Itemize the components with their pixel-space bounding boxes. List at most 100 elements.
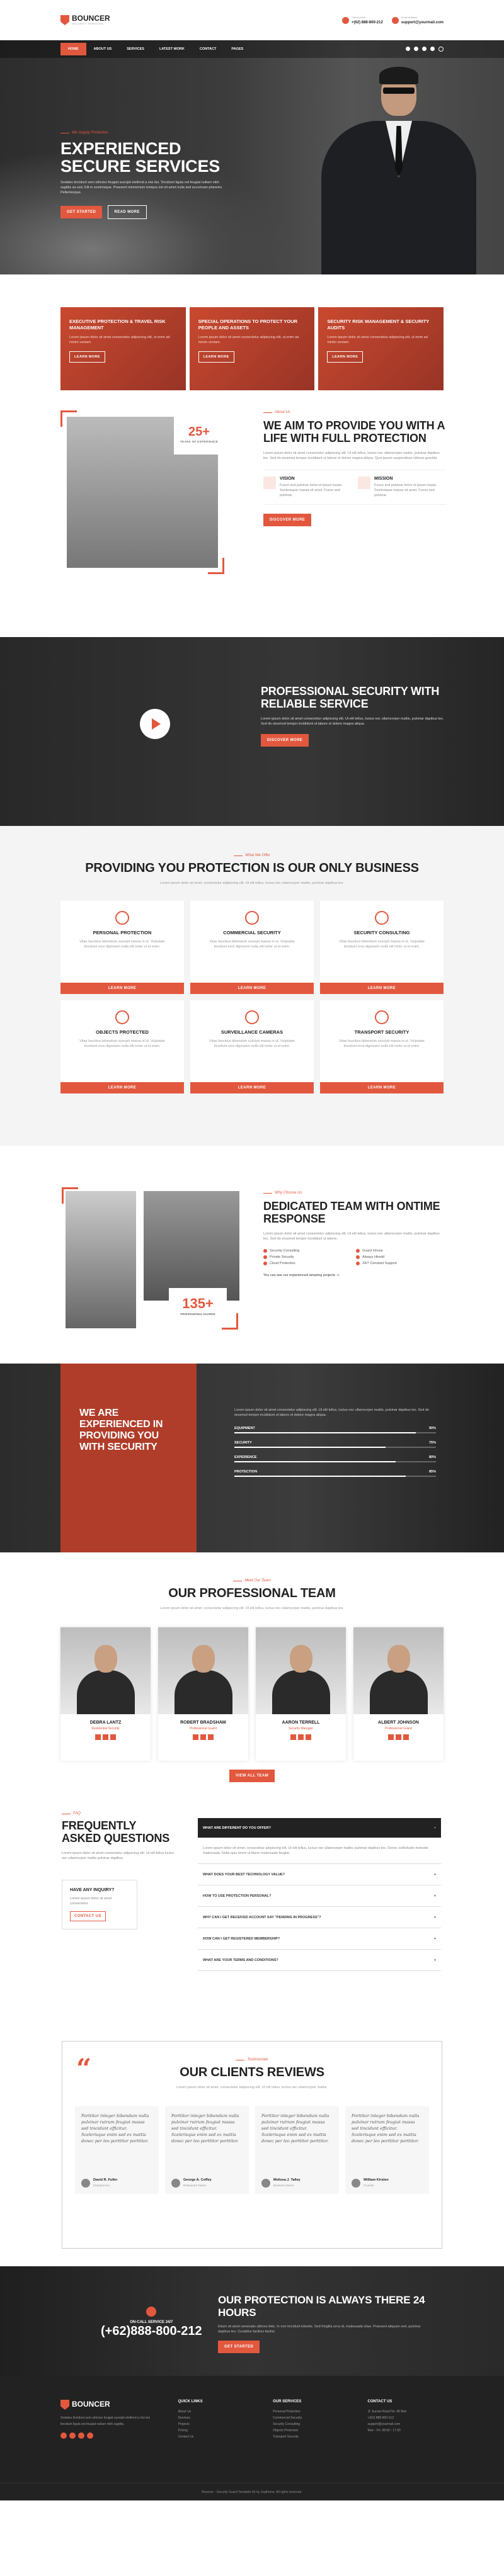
cta-phone[interactable]: (+62)888-800-212 <box>101 2324 202 2338</box>
header-phone[interactable]: Call Us Now +(62) 888-800-212 <box>341 16 383 25</box>
faq-item[interactable]: WHAT ARE DIFFERENT DO YOU OFFER? − <box>198 1818 441 1838</box>
footer-link[interactable]: Projects <box>178 2421 254 2427</box>
nav-pages[interactable]: Pages <box>224 43 251 55</box>
instagram-icon[interactable] <box>208 1734 214 1740</box>
contact-us-button[interactable]: Contact Us <box>70 1911 106 1921</box>
feature-text: Lorem ipsum dolor sit amet consectetur a… <box>69 336 170 344</box>
skill-bar: Security 75% <box>234 1441 436 1448</box>
nav-contact[interactable]: Contact <box>192 43 224 55</box>
twitter-icon[interactable] <box>396 1734 401 1740</box>
footer-link[interactable]: Commercial Security <box>273 2415 348 2421</box>
get-started-button[interactable]: Get Started <box>60 206 103 218</box>
service-title: Commercial Security <box>223 930 281 935</box>
search-icon[interactable] <box>438 47 444 52</box>
facebook-icon[interactable] <box>290 1734 296 1740</box>
play-video-button[interactable] <box>140 709 170 739</box>
footer-link[interactable]: About Us <box>178 2409 254 2415</box>
avatar <box>171 2178 180 2188</box>
nav-services[interactable]: Services <box>119 43 152 55</box>
logo-text: BOUNCER <box>72 2399 110 2409</box>
footer-link[interactable]: Personal Protection <box>273 2409 348 2415</box>
cta-text: Etiam sit amet venenatis ultrices felis.… <box>218 2325 421 2334</box>
facebook-icon[interactable] <box>388 1734 394 1740</box>
nav-home[interactable]: Home <box>60 43 86 55</box>
service-card: Commercial Security Vitae faucibus bibend… <box>190 901 314 994</box>
footer-link[interactable]: Transport Security <box>273 2434 348 2440</box>
facebook-icon[interactable] <box>95 1734 101 1740</box>
faq-item[interactable]: HOW CAN I GET REGISTERED MEMBERSHIP? + <box>198 1928 441 1950</box>
member-role: Professional Guard <box>190 1727 217 1731</box>
footer-link[interactable]: Pricing <box>178 2427 254 2434</box>
member-photo <box>353 1627 444 1714</box>
skill-pct: 90% <box>428 1426 436 1430</box>
faq-item[interactable]: WHAT ARE YOUR TERMS AND CONDITIONS? + <box>198 1950 441 1971</box>
learn-more-button[interactable]: Learn More <box>60 1082 184 1093</box>
footer-logo[interactable]: BOUNCER <box>60 2400 159 2410</box>
footer-heading: Quick Links <box>178 2400 203 2404</box>
phone-label: Call Us Now <box>351 16 365 19</box>
skills-text: Lorem ipsum dolor sit amet consectetur a… <box>234 1408 430 1417</box>
email-label: Email Address <box>401 16 418 19</box>
team-member-card: DEBRA LANTZ Residential Security <box>60 1627 151 1761</box>
service-card: Objects Protected Vitae faucibus bibendum… <box>60 1000 184 1093</box>
facebook-icon[interactable] <box>60 2432 67 2439</box>
faq-item[interactable]: WHY CAN I GET RECEIVED ACCOUNT SAY "PEND… <box>198 1907 441 1928</box>
guard-image <box>66 1191 136 1328</box>
guards-count-badge: 135+ Professional Guards <box>169 1288 227 1328</box>
team-member-card: ALBERT JOHNSON Professional Guard <box>353 1627 444 1761</box>
review-author: Melissa J. Talley <box>273 2178 301 2182</box>
footer-link[interactable]: Services <box>178 2415 254 2421</box>
plus-icon: + <box>433 1894 436 1898</box>
instagram-icon[interactable] <box>306 1734 311 1740</box>
instagram-icon[interactable] <box>78 2432 84 2439</box>
projects-link[interactable]: You can see our experienced amazing proj… <box>263 1273 446 1278</box>
learn-more-button[interactable]: Learn More <box>190 983 314 994</box>
learn-more-button[interactable]: Learn More <box>69 351 105 363</box>
shield-icon <box>60 15 69 25</box>
instagram-icon[interactable] <box>110 1734 116 1740</box>
vision-title: Vision <box>280 477 295 481</box>
twitter-icon[interactable] <box>103 1734 108 1740</box>
team-text: Lorem ipsum dolor sit amet, consectetur … <box>160 1607 344 1610</box>
instagram-icon[interactable] <box>403 1734 409 1740</box>
facebook-icon[interactable] <box>193 1734 198 1740</box>
learn-more-button[interactable]: Learn More <box>198 351 234 363</box>
footer-link[interactable]: Contact Us <box>178 2434 254 2440</box>
twitter-icon[interactable] <box>200 1734 206 1740</box>
youtube-icon[interactable] <box>87 2432 93 2439</box>
avatar <box>261 2178 270 2188</box>
review-author: William Kirsten <box>364 2178 389 2182</box>
learn-more-button[interactable]: Learn More <box>190 1082 314 1093</box>
learn-more-button[interactable]: Learn More <box>320 983 444 994</box>
faq-item[interactable]: WHAT DOES YOUR BEST TECHNOLOGY VALUE? + <box>198 1864 441 1885</box>
twitter-icon[interactable] <box>298 1734 304 1740</box>
twitter-icon[interactable] <box>414 47 418 51</box>
instagram-icon[interactable] <box>422 47 427 51</box>
discover-more-button[interactable]: Discover More <box>263 514 312 526</box>
footer-link[interactable]: Security Consulting <box>273 2421 348 2427</box>
member-photo <box>60 1627 151 1714</box>
nav-about[interactable]: About Us <box>86 43 120 55</box>
cta-get-started-button[interactable]: Get Started <box>218 2341 260 2353</box>
footer-contact[interactable]: +(62) 888-800-212 <box>368 2415 444 2421</box>
learn-more-button[interactable]: Learn More <box>320 1082 444 1093</box>
learn-more-button[interactable]: Learn More <box>327 351 364 363</box>
youtube-icon[interactable] <box>430 47 435 51</box>
read-more-button[interactable]: Read More <box>107 205 147 219</box>
plus-icon: + <box>433 1958 436 1962</box>
footer-link[interactable]: Objects Protected <box>273 2427 348 2434</box>
facebook-icon[interactable] <box>406 47 410 51</box>
phone-number: +(62) 888-800-212 <box>351 21 383 25</box>
brand-logo[interactable]: BOUNCER SECURITY SERVICES <box>60 14 110 25</box>
twitter-icon[interactable] <box>69 2432 76 2439</box>
video-discover-button[interactable]: Discover More <box>261 734 309 747</box>
about-title: WE AIM TO PROVIDE YOU WITH A LIFE WITH F… <box>263 419 445 444</box>
faq-item[interactable]: HOW TO USE PROTECTION PERSONAL? + <box>198 1885 441 1907</box>
about-text: Lorem ipsum dolor sit amet consectetur a… <box>263 451 440 460</box>
check-item: 24/7 Constant Support <box>356 1262 446 1265</box>
nav-latest-work[interactable]: Latest Work <box>152 43 192 55</box>
footer-contact[interactable]: support@yourmail.com <box>368 2421 444 2427</box>
learn-more-button[interactable]: Learn More <box>60 983 184 994</box>
header-email[interactable]: Email Address support@yourmail.com <box>391 16 444 25</box>
review-text: Porttitor integer bibendum nulla pulvina… <box>352 2113 420 2144</box>
